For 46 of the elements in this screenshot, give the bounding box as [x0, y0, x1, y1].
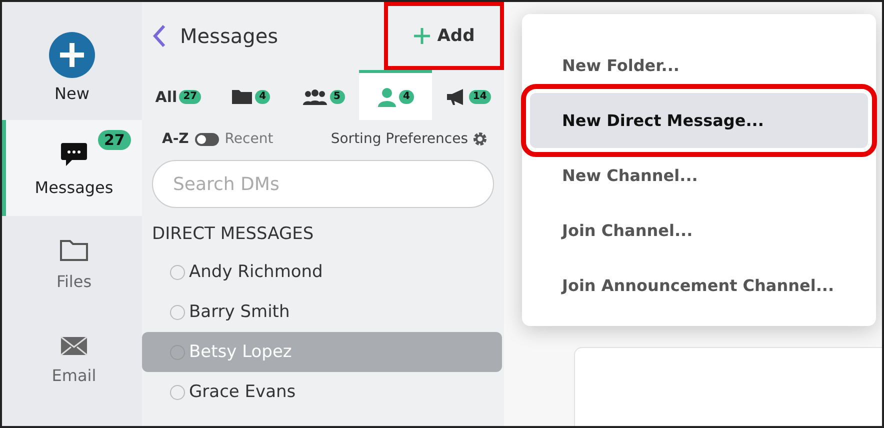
sorting-preferences-button[interactable]: Sorting Preferences	[324, 130, 494, 148]
nav-item[interactable]: Email	[2, 312, 142, 408]
panel-title: Messages	[180, 24, 280, 48]
folder-icon	[59, 238, 89, 262]
add-button[interactable]: Add	[384, 2, 504, 70]
sort-option-label: A-Z	[162, 131, 189, 147]
nav-label: Files	[56, 272, 92, 290]
plus-circle-icon[interactable]	[49, 32, 95, 78]
menu-item[interactable]: Join Announcement Channel...	[530, 258, 868, 313]
count-badge: 4	[255, 90, 270, 104]
filter-tab[interactable]: 5	[286, 70, 360, 120]
search-field[interactable]: Search DMs	[152, 160, 494, 208]
sort-option-label: Recent	[224, 131, 274, 147]
sort-toggle[interactable]	[194, 132, 219, 146]
filter-tab[interactable]: 14	[432, 70, 504, 120]
nav-label: Messages	[34, 178, 114, 196]
filter-tab[interactable]: All 27	[142, 70, 214, 120]
plus-icon	[413, 27, 432, 45]
nav-label: Email	[52, 366, 96, 384]
contact-item[interactable]: Barry Smith	[142, 292, 502, 332]
nav-item[interactable]: Files	[2, 216, 142, 312]
contact-item[interactable]: Grace Evans	[142, 372, 502, 412]
status-circle-icon	[170, 384, 185, 400]
contact-item[interactable]: Andy Richmond	[142, 252, 502, 292]
count-badge: 4	[398, 90, 414, 104]
person-icon	[376, 86, 397, 106]
filter-tab[interactable]: 4	[359, 70, 432, 120]
nav-item[interactable]: Messages 27	[2, 120, 142, 216]
unread-count-badge: 27	[98, 130, 131, 150]
count-badge: 27	[179, 90, 202, 104]
settings-icon	[472, 131, 488, 147]
count-badge: 14	[468, 90, 491, 104]
new-label: New	[54, 84, 90, 103]
folder-icon	[231, 88, 254, 104]
back-chevron-icon[interactable]	[152, 24, 166, 48]
menu-item[interactable]: New Channel...	[530, 148, 868, 203]
people-icon	[302, 88, 328, 104]
envelope-icon	[60, 336, 88, 356]
menu-item[interactable]: New Direct Message...	[530, 93, 868, 148]
status-circle-icon	[170, 304, 185, 320]
section-heading: DIRECT MESSAGES	[151, 223, 315, 246]
filter-tab[interactable]: 4	[214, 70, 287, 120]
menu-item[interactable]: Join Channel...	[530, 203, 868, 258]
menu-item[interactable]: New Folder...	[530, 38, 868, 93]
status-circle-icon	[170, 264, 185, 280]
count-badge: 5	[330, 90, 344, 104]
